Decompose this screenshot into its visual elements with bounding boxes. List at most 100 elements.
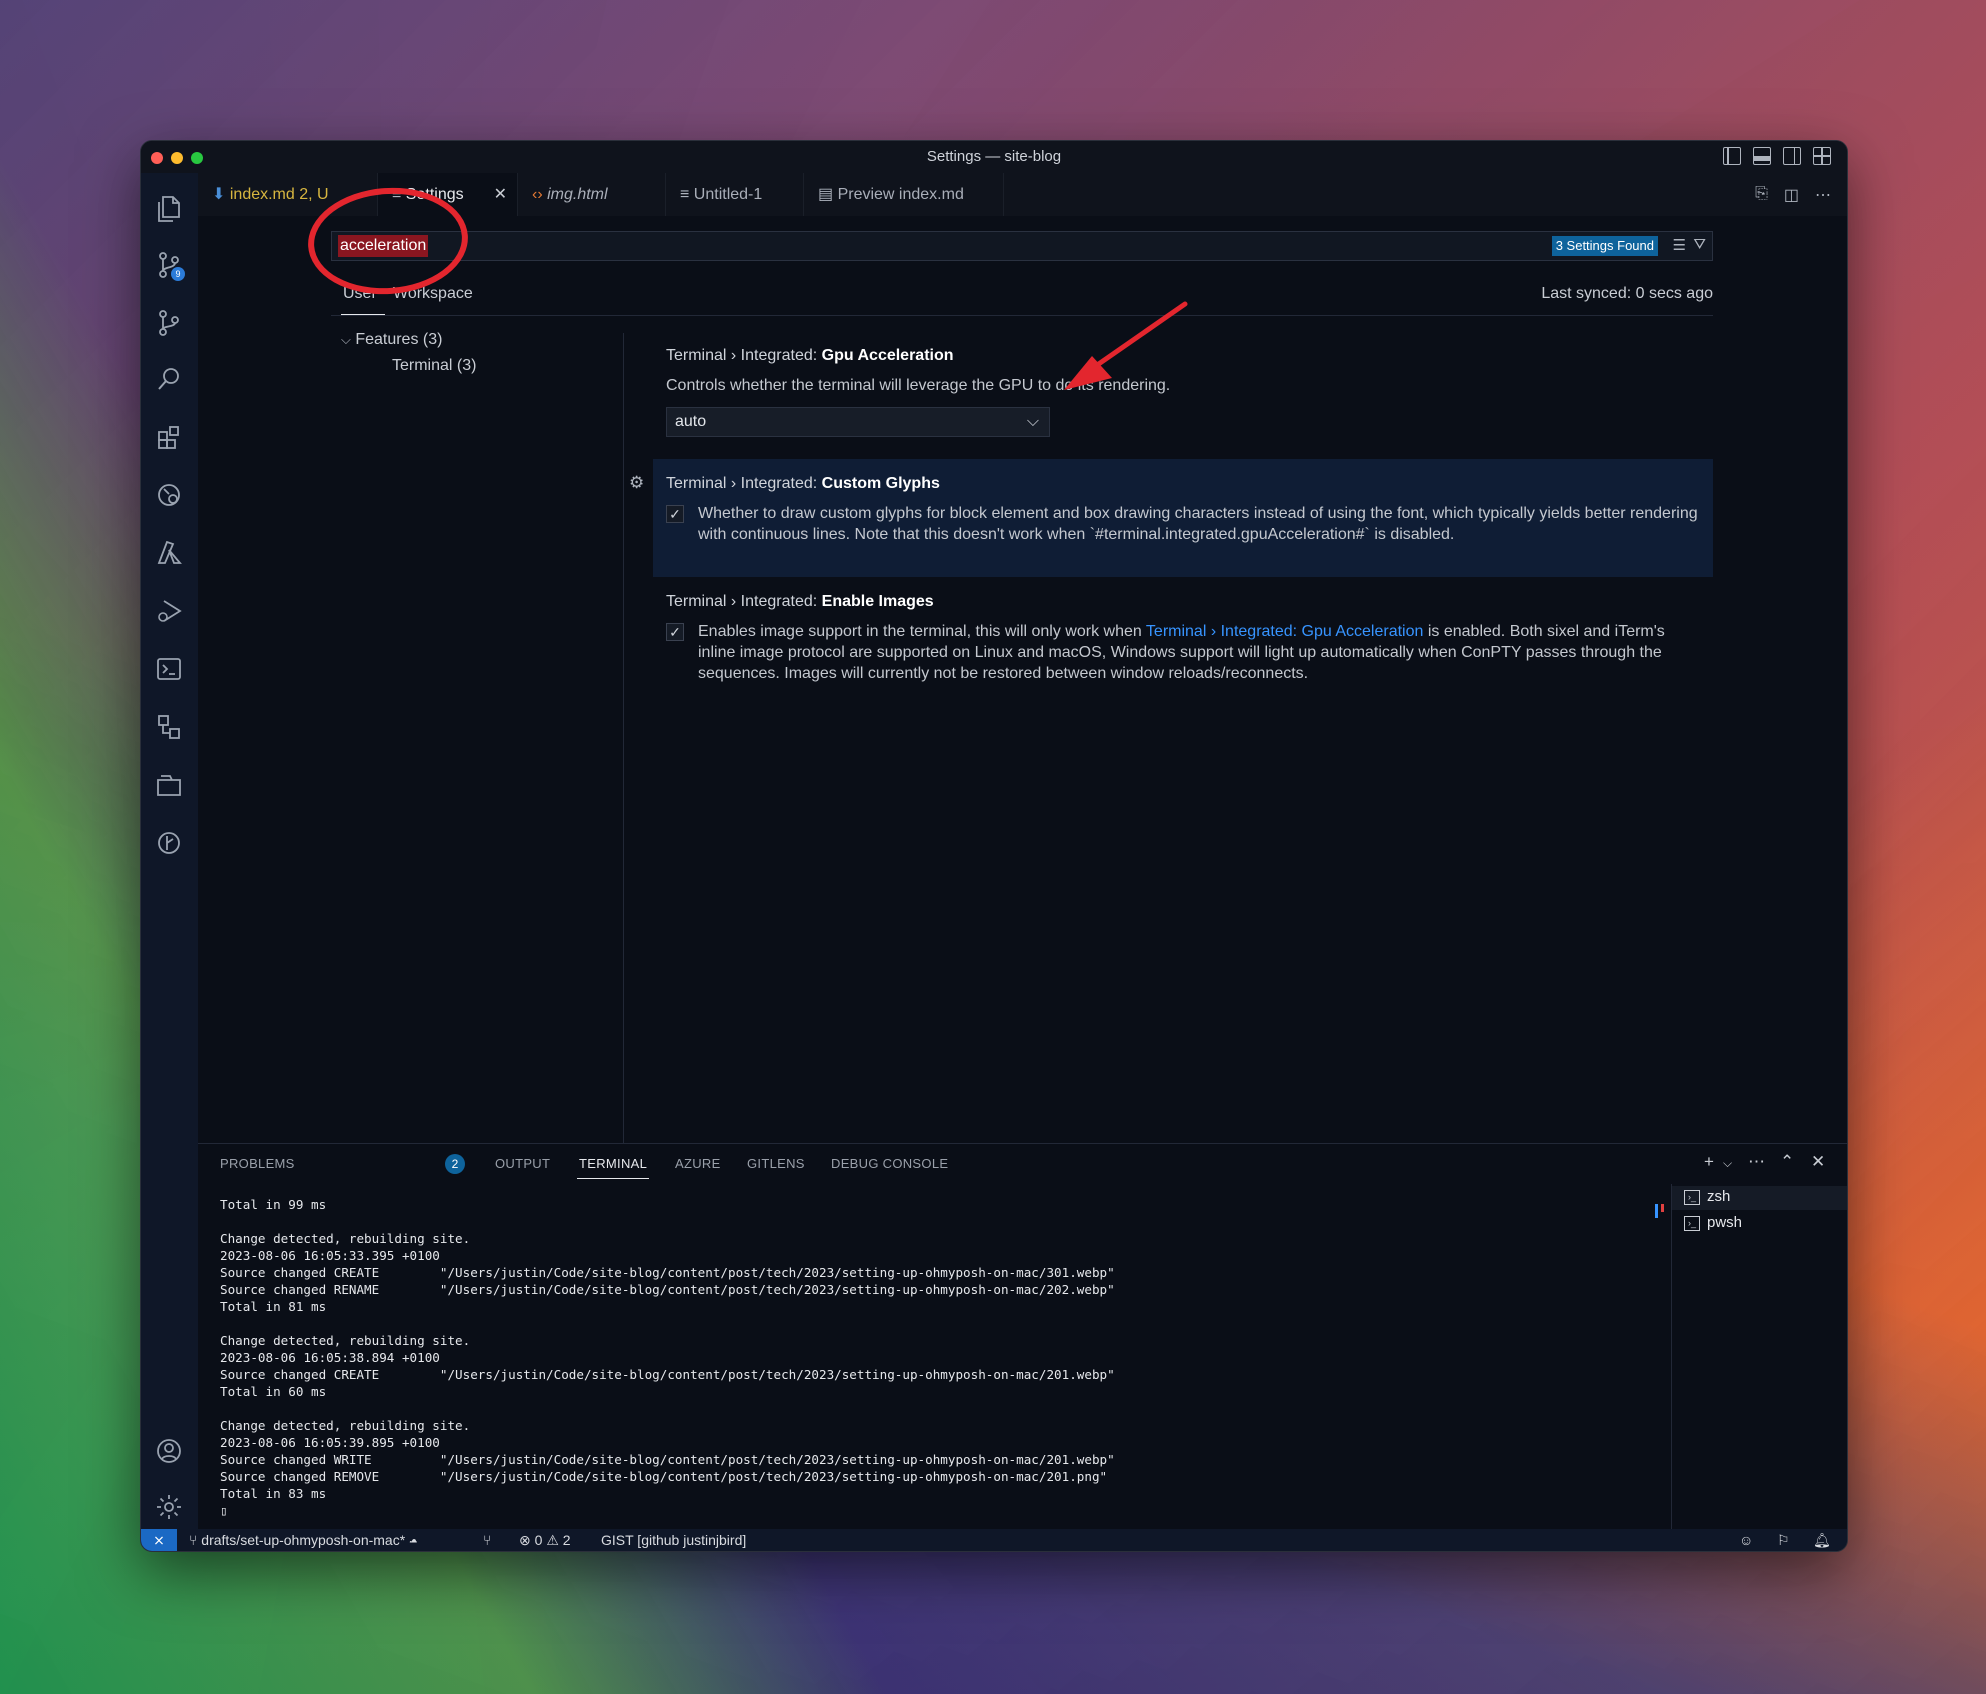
toc-terminal[interactable]: Terminal (3) (392, 357, 476, 375)
project-manager-icon[interactable] (153, 769, 185, 801)
terminal-output[interactable]: Total in 99 ms Change detected, rebuildi… (220, 1196, 1115, 1519)
notifications-icon[interactable]: 🔔︎ (1813, 1532, 1831, 1549)
tab-preview-index-md[interactable]: ▤ Preview index.md (804, 173, 1004, 216)
terminal-name: zsh (1707, 1188, 1731, 1205)
run-debug-icon[interactable] (153, 595, 185, 627)
chevron-down-icon[interactable]: ⌵ (1723, 1156, 1732, 1171)
explorer-icon[interactable] (153, 193, 185, 225)
gist-status[interactable]: GIST [github justinjbird] (601, 1532, 746, 1548)
window-title: Settings — site-blog (926, 148, 1062, 165)
timeline-icon[interactable] (153, 827, 185, 859)
tab-label: index.md (229, 186, 295, 203)
open-settings-json-icon[interactable]: ⎘ (1755, 185, 1768, 205)
panel-tab-debug-console[interactable]: DEBUG CONSOLE (831, 1156, 948, 1171)
git-branch-icon: ⑂ (189, 1532, 198, 1548)
settings-found-badge: 3 Settings Found (1551, 236, 1658, 256)
bottom-panel: PROBLEMS 2 OUTPUT TERMINAL AZURE GITLENS… (198, 1143, 1847, 1530)
maximize-panel-icon[interactable]: ⌃ (1780, 1152, 1794, 1172)
toggle-sidebar-icon[interactable] (1723, 147, 1741, 165)
extensions-icon[interactable] (153, 421, 185, 453)
terminal-decoration (1661, 1204, 1664, 1212)
settings-scope-tabs: User Workspace Last synced: 0 secs ago (331, 281, 1713, 316)
markdown-icon: ⬇ (212, 186, 226, 203)
remote-explorer-icon[interactable] (153, 479, 185, 511)
setting-heading: Terminal › Integrated: Gpu Acceleration (666, 347, 954, 365)
terminal-name: pwsh (1707, 1214, 1743, 1231)
tab-label: img.html (547, 186, 608, 203)
terminal-view-icon[interactable] (153, 653, 185, 685)
close-icon[interactable]: ✕ (494, 173, 507, 216)
settings-search-box[interactable]: acceleration 3 Settings Found ☰ ⛛ (331, 231, 1713, 261)
setting-category: Terminal › Integrated: (666, 593, 818, 610)
search-icon[interactable] (153, 363, 185, 395)
problems-status[interactable]: ⊗ 0 ⚠ 2 (519, 1532, 571, 1549)
customize-layout-icon[interactable] (1813, 147, 1831, 165)
panel-tab-output[interactable]: OUTPUT (495, 1156, 550, 1171)
status-bar: ⨯ ⑂ drafts/set-up-ohmyposh-on-mac* ☁ ⑂ ⊗… (141, 1529, 1847, 1551)
description-text: Enables image support in the terminal, t… (698, 623, 1146, 640)
custom-glyphs-checkbox[interactable]: ✓ (666, 505, 684, 523)
title-bar: Settings — site-blog (141, 141, 1847, 173)
setting-category: Terminal › Integrated: (666, 347, 818, 364)
manage-gear-icon[interactable] (153, 1491, 185, 1523)
layout-controls (1723, 147, 1831, 165)
toggle-panel-icon[interactable] (1753, 147, 1771, 165)
gpu-acceleration-link[interactable]: Terminal › Integrated: Gpu Acceleration (1146, 623, 1423, 640)
editor-actions: ⎘ ◫ ⋯ (1755, 185, 1831, 205)
terminal-decoration (1655, 1204, 1658, 1218)
error-icon: ⊗ (519, 1532, 531, 1548)
tab-untitled-1[interactable]: ≡ Untitled-1 (666, 173, 804, 216)
last-synced: Last synced: 0 secs ago (1541, 285, 1713, 302)
chevron-down-icon: ⌵ (341, 332, 351, 347)
panel-tab-azure[interactable]: AZURE (675, 1156, 721, 1171)
panel-tab-terminal[interactable]: TERMINAL (576, 1156, 650, 1179)
tab-status: 2, U (299, 186, 329, 203)
warning-icon: ⚠ (546, 1532, 559, 1548)
vscode-window: Settings — site-blog 9 ⬇ index.md 2, U ≡… (140, 140, 1848, 1552)
clear-filter-icon[interactable]: ☰ (1673, 236, 1686, 254)
terminal-icon: ›_ (1684, 1216, 1700, 1231)
annotation-arrow-icon (1064, 301, 1188, 390)
terminal-item-pwsh[interactable]: ›_ pwsh (1672, 1212, 1847, 1236)
setting-description: Enables image support in the terminal, t… (698, 621, 1703, 684)
close-panel-icon[interactable]: ✕ (1811, 1152, 1825, 1172)
branch-status[interactable]: ⑂ drafts/set-up-ohmyposh-on-mac* ☁ (189, 1532, 417, 1548)
select-value: auto (675, 413, 707, 430)
gpu-acceleration-select[interactable]: auto ⌵ (666, 407, 1050, 437)
tab-label: Untitled-1 (693, 186, 763, 203)
more-actions-icon[interactable]: ⋯ (1815, 185, 1831, 205)
chevron-down-icon: ⌵ (1026, 413, 1039, 430)
setting-title: Enable Images (821, 593, 934, 610)
source-control-icon[interactable]: 9 (153, 249, 185, 281)
toc-features-label: Features (3) (355, 331, 443, 348)
setting-gear-icon[interactable]: ⚙ (629, 473, 644, 493)
sync-icon: ☁ (409, 1532, 418, 1548)
azure-icon[interactable] (153, 537, 185, 569)
setting-category: Terminal › Integrated: (666, 475, 818, 492)
filter-icon[interactable]: ⛛ (1693, 236, 1706, 253)
branches-icon[interactable] (153, 307, 185, 339)
connections-icon[interactable] (153, 711, 185, 743)
remote-indicator-icon[interactable]: ⨯ (141, 1529, 177, 1551)
feedback-icon[interactable]: ⚐ (1777, 1532, 1790, 1549)
preview-icon: ▤ (818, 186, 834, 203)
problems-badge: 2 (445, 1154, 465, 1174)
setting-heading: Terminal › Integrated: Enable Images (666, 593, 934, 611)
more-actions-icon[interactable]: ⋯ (1748, 1152, 1765, 1172)
copilot-icon[interactable]: ☺ (1739, 1532, 1753, 1548)
html-icon: ‹› (532, 186, 543, 203)
setting-title: Custom Glyphs (821, 475, 940, 492)
new-terminal-icon[interactable]: + (1704, 1152, 1714, 1172)
git-graph-icon[interactable]: ⑂ (483, 1532, 491, 1548)
warning-count: 2 (562, 1532, 571, 1548)
tab-label: Preview index.md (837, 186, 964, 203)
split-editor-icon[interactable]: ◫ (1784, 185, 1799, 205)
terminal-item-zsh[interactable]: ›_ zsh (1672, 1186, 1847, 1210)
toc-features[interactable]: ⌵ Features (3) (341, 331, 442, 349)
panel-tab-gitlens[interactable]: GITLENS (747, 1156, 805, 1171)
toggle-secondary-sidebar-icon[interactable] (1783, 147, 1801, 165)
tab-img-html[interactable]: ‹› img.html (518, 173, 666, 216)
accounts-icon[interactable] (153, 1435, 185, 1467)
enable-images-checkbox[interactable]: ✓ (666, 623, 684, 641)
panel-tab-problems[interactable]: PROBLEMS (220, 1156, 295, 1171)
